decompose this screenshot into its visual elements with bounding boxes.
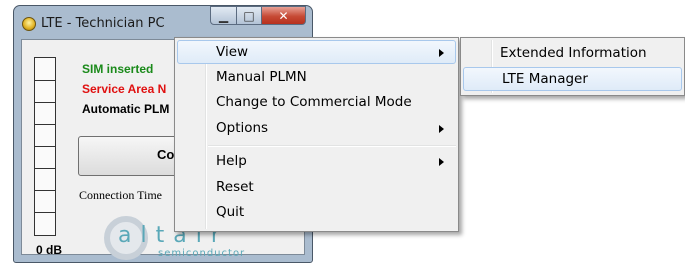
- menu-item-reset[interactable]: Reset: [177, 175, 456, 199]
- minimize-icon: ▁: [218, 8, 229, 23]
- sim-status: SIM inserted: [82, 62, 154, 76]
- connect-button-label: Co: [157, 147, 175, 162]
- menu-item-manual-plmn[interactable]: Manual PLMN: [177, 65, 456, 89]
- menu-item-label: Reset: [216, 179, 254, 195]
- signal-segment: [35, 102, 55, 103]
- minimize-button[interactable]: ▁: [210, 6, 237, 25]
- menu-item-help[interactable]: Help: [177, 149, 456, 173]
- menu-item-view[interactable]: View: [177, 40, 456, 64]
- signal-segment: [35, 124, 55, 125]
- menu-item-options[interactable]: Options: [177, 116, 456, 140]
- close-icon: ✕: [278, 8, 289, 23]
- menu-item-label: Help: [216, 153, 247, 169]
- signal-db-label: 0 dB: [36, 243, 63, 257]
- menu-item-label: Quit: [216, 204, 245, 220]
- view-submenu: Extended Information LTE Manager: [460, 37, 685, 96]
- menu-item-label: LTE Manager: [502, 71, 588, 87]
- plmn-mode-status: Automatic PLM: [82, 102, 170, 116]
- menu-item-quit[interactable]: Quit: [177, 200, 456, 224]
- menu-item-change-to-commercial-mode[interactable]: Change to Commercial Mode: [177, 90, 456, 114]
- signal-strength-meter: [34, 57, 56, 236]
- signal-segment: [35, 190, 55, 191]
- title-bar[interactable]: LTE - Technician PC ▁ □ ✕: [14, 6, 312, 38]
- logo-subtitle: semiconductor: [158, 248, 246, 259]
- menu-item-label: Manual PLMN: [216, 69, 307, 85]
- window-title: LTE - Technician PC: [41, 16, 165, 31]
- signal-segment: [35, 80, 55, 81]
- menu-item-label: Options: [216, 120, 269, 136]
- menu-item-label: Change to Commercial Mode: [216, 94, 412, 110]
- caption-buttons: ▁ □ ✕: [210, 6, 306, 26]
- close-button[interactable]: ✕: [262, 6, 306, 25]
- menu-separator: [208, 145, 456, 147]
- app-icon: [22, 17, 36, 31]
- submenu-arrow-icon: [439, 49, 444, 57]
- signal-segment: [35, 212, 55, 213]
- maximize-button[interactable]: □: [237, 6, 262, 25]
- submenu-arrow-icon: [439, 158, 444, 166]
- submenu-item-lte-manager[interactable]: LTE Manager: [463, 67, 682, 91]
- context-menu: View Manual PLMN Change to Commercial Mo…: [174, 37, 459, 232]
- submenu-arrow-icon: [439, 125, 444, 133]
- connection-time-label: Connection Time: [79, 188, 163, 202]
- signal-segment: [35, 168, 55, 169]
- submenu-item-extended-information[interactable]: Extended Information: [463, 41, 682, 65]
- maximize-icon: □: [243, 8, 255, 23]
- menu-item-label: Extended Information: [500, 45, 647, 61]
- signal-segment: [35, 146, 55, 147]
- service-area-status: Service Area N: [82, 82, 167, 96]
- menu-item-label: View: [216, 44, 249, 60]
